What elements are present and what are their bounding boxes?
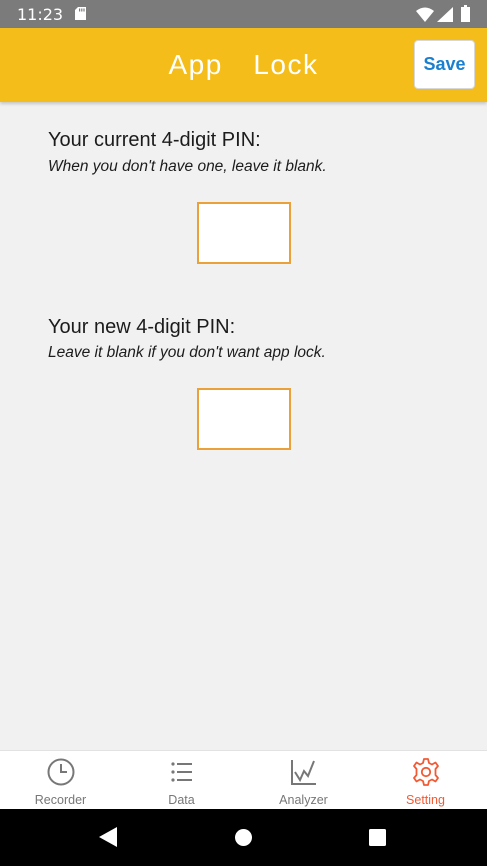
home-icon[interactable] [234,828,253,847]
current-pin-title: Your current 4-digit PIN: [48,129,261,151]
system-nav-bar [0,809,487,866]
wifi-icon [416,7,434,22]
tab-data[interactable]: Data [121,751,242,810]
status-bar: 11:23 [0,0,487,28]
battery-icon [461,5,470,22]
status-time: 11:23 [17,5,64,24]
current-pin-hint: When you don't have one, leave it blank. [48,158,327,175]
tab-setting-label: Setting [406,793,445,807]
new-pin-input[interactable] [197,388,291,450]
back-icon[interactable] [99,827,117,847]
tab-analyzer[interactable]: Analyzer [243,751,364,810]
bottom-nav: Recorder Data Analyzer Setting [0,750,487,809]
app-bar: App Lock Save [0,28,487,102]
new-pin-hint: Leave it blank if you don't want app loc… [48,344,326,361]
clock-icon [47,758,75,786]
current-pin-input[interactable] [197,202,291,264]
sd-card-icon [75,7,86,20]
tab-analyzer-label: Analyzer [279,793,328,807]
signal-icon [437,7,453,22]
list-icon [171,762,192,782]
tab-recorder[interactable]: Recorder [0,751,121,810]
tab-setting[interactable]: Setting [365,751,486,810]
new-pin-title: Your new 4-digit PIN: [48,316,236,338]
tab-data-label: Data [168,793,195,807]
tab-recorder-label: Recorder [34,793,87,807]
chart-icon [291,760,316,785]
save-button[interactable]: Save [414,40,475,89]
gear-icon [413,758,439,786]
recents-icon[interactable] [369,829,386,846]
